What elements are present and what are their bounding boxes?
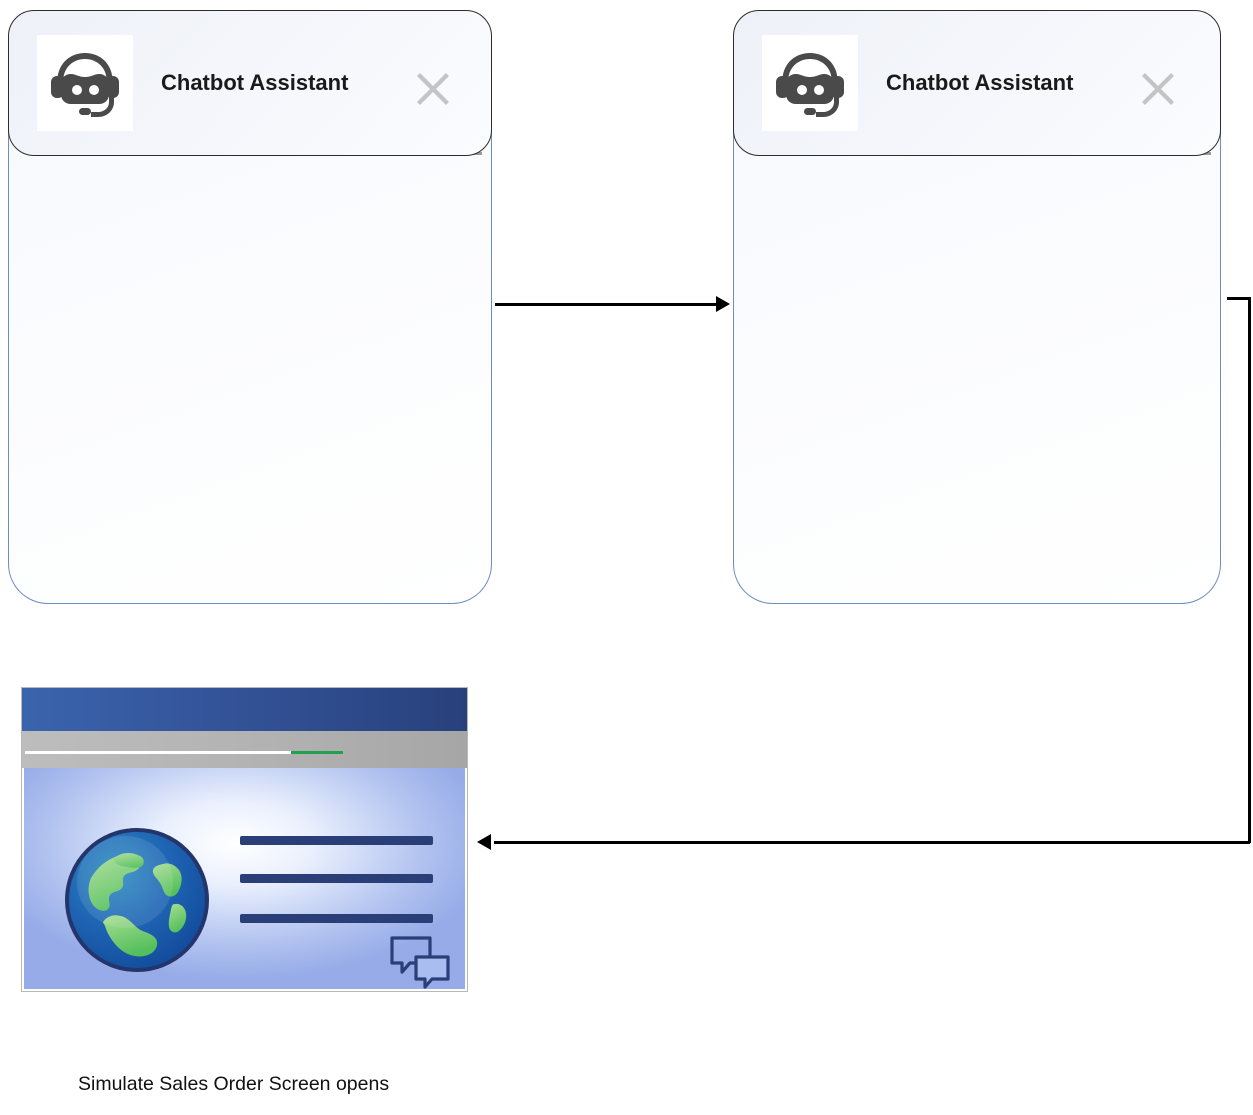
close-x-icon[interactable] xyxy=(405,61,461,117)
connector-left-to-right xyxy=(495,303,718,306)
connector-arrow-right xyxy=(716,296,730,312)
chat-body-left xyxy=(8,124,492,604)
globe-icon xyxy=(63,826,211,974)
page-title: Chatbot Assistant xyxy=(161,70,349,95)
browser-content-area xyxy=(24,768,465,989)
browser-progress-indicator xyxy=(291,751,343,754)
browser-titlebar xyxy=(22,688,467,731)
close-x-icon[interactable] xyxy=(1130,61,1186,117)
content-placeholder-line xyxy=(240,874,433,883)
chatbot-headset-icon xyxy=(762,35,858,131)
chat-bubbles-icon[interactable] xyxy=(387,933,453,991)
chat-panel-right: Chatbot Assistant How can I help you t xyxy=(729,4,1225,604)
page-title: Chatbot Assistant xyxy=(886,70,1074,95)
chat-body-right xyxy=(733,124,1221,604)
chat-header-right: Chatbot Assistant xyxy=(733,10,1221,156)
connector-right-segment-horizontal-bottom xyxy=(494,841,1250,844)
browser-address-bar[interactable] xyxy=(25,751,291,754)
chat-panel-left: Chatbot Assistant How can I help you t xyxy=(4,4,496,604)
browser-toolbar xyxy=(22,731,467,768)
browser-window-mock xyxy=(21,687,468,992)
connector-right-segment-vertical xyxy=(1248,297,1251,843)
content-placeholder-line xyxy=(240,836,433,845)
chatbot-headset-icon xyxy=(37,35,133,131)
content-placeholder-line xyxy=(240,914,433,923)
diagram-caption: Simulate Sales Order Screen opens xyxy=(78,1073,390,1095)
chat-header-left: Chatbot Assistant xyxy=(8,10,492,156)
connector-arrow-left xyxy=(477,834,491,850)
